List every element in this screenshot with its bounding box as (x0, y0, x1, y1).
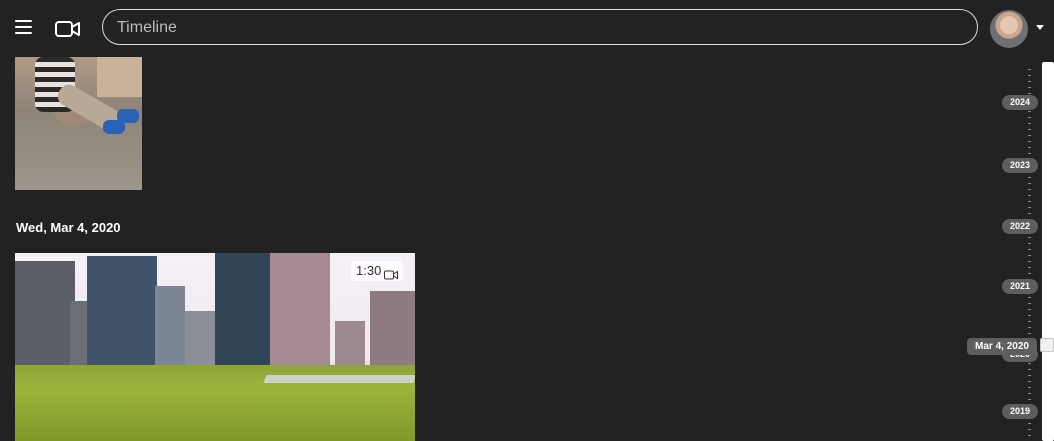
year-marker[interactable]: 2022 (1002, 219, 1038, 234)
scrollbar[interactable] (1042, 62, 1054, 441)
top-bar (0, 0, 1054, 57)
menu-icon[interactable] (12, 17, 36, 39)
avatar[interactable] (990, 10, 1028, 48)
search-bar[interactable] (102, 9, 978, 46)
search-input[interactable] (115, 10, 959, 46)
video-duration-badge: 1:30 (351, 261, 403, 281)
caret-down-icon[interactable] (1036, 25, 1044, 30)
video-camera-icon (384, 266, 398, 280)
video-camera-icon[interactable] (54, 18, 82, 40)
scrollbar-thumb[interactable] (1040, 338, 1054, 352)
date-heading: Wed, Mar 4, 2020 (16, 220, 121, 235)
video-thumbnail[interactable]: 1:30 (15, 253, 415, 441)
year-marker[interactable]: 2023 (1002, 158, 1038, 173)
timeline-ticks (1028, 69, 1031, 441)
year-marker[interactable]: 2021 (1002, 279, 1038, 294)
year-marker[interactable]: 2024 (1002, 95, 1038, 110)
photo-thumbnail[interactable] (15, 57, 142, 190)
video-duration: 1:30 (356, 263, 382, 278)
year-marker[interactable]: 2019 (1002, 404, 1038, 419)
timeline-scrubber[interactable]: 2024 2023 2022 2021 2020 2019 (960, 57, 1054, 441)
current-date-indicator: Mar 4, 2020 (967, 338, 1037, 355)
